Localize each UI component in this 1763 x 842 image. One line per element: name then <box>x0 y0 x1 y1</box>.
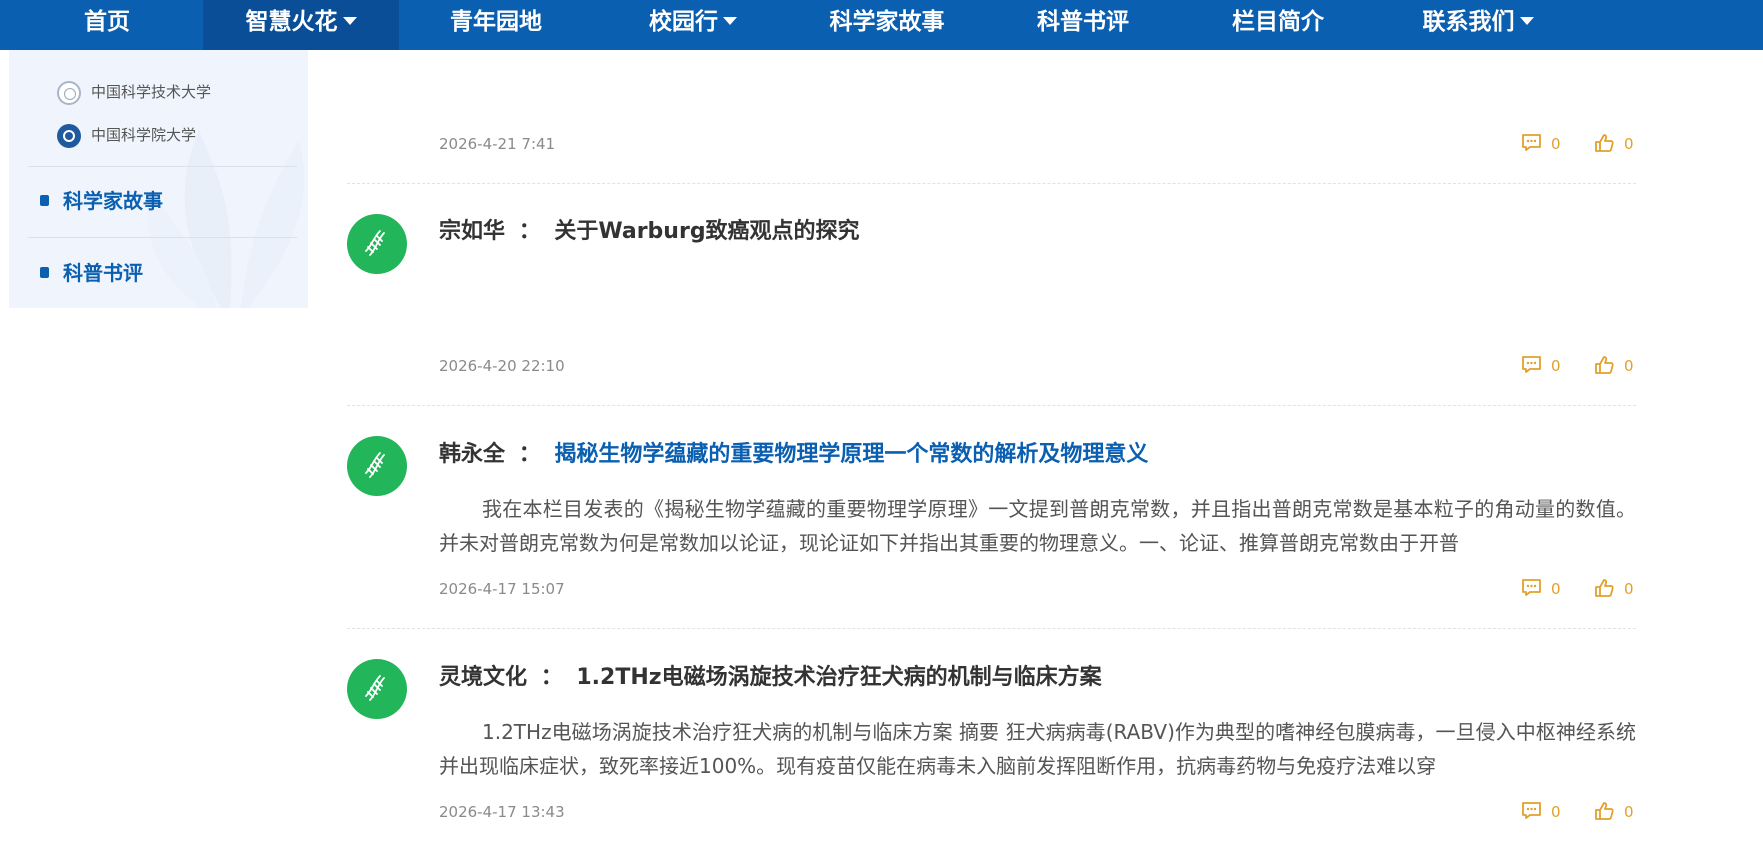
nav-label: 栏目简介 <box>1232 9 1324 35</box>
sidebar: 中国科学技术大学 中国科学院大学 科学家故事 科普书评 <box>9 50 308 308</box>
author-title-separator: ： <box>518 442 541 467</box>
dna-icon <box>365 452 385 478</box>
post-excerpt: 1.2THz电磁场涡旋技术治疗狂犬病的机制与临床方案 摘要 狂犬病病毒(RABV… <box>439 720 1636 778</box>
nav-label: 青年园地 <box>450 9 542 35</box>
like-count-value: 0 <box>1624 135 1634 153</box>
thumbs-up-icon <box>1595 133 1614 152</box>
post-title-link[interactable]: 揭秘生物学蕴藏的重要物理学原理一个常数的解析及物理意义 <box>554 442 1148 467</box>
comment-icon <box>1522 579 1541 596</box>
like-count[interactable]: 0 <box>1594 354 1634 378</box>
post-title: 韩永全 ： 揭秘生物学蕴藏的重要物理学原理一个常数的解析及物理意义 <box>439 438 1636 472</box>
post-author[interactable]: 宗如华 <box>439 219 505 244</box>
thumbs-up-icon <box>1595 578 1614 597</box>
post-title-link[interactable]: 1.2THz电磁场涡旋技术治疗狂犬病的机制与临床方案 <box>576 665 1101 690</box>
ustc-logo-icon <box>57 80 81 105</box>
post-title: 灵境文化 ： 1.2THz电磁场涡旋技术治疗狂犬病的机制与临床方案 <box>439 661 1636 695</box>
caret-down-icon <box>342 16 357 25</box>
sidebar-item-book-reviews[interactable]: 科普书评 <box>30 258 143 288</box>
nav-item-home[interactable]: 首页 <box>57 0 157 50</box>
post-excerpt: 我在本栏目发表的《揭秘生物学蕴藏的重要物理学原理》一文提到普朗克常数，并且指出普… <box>439 497 1636 555</box>
sidebar-item-label: 科普书评 <box>63 261 143 285</box>
comment-count[interactable]: 0 <box>1521 354 1561 378</box>
author-avatar[interactable] <box>347 659 407 719</box>
nav-item-book-reviews[interactable]: 科普书评 <box>1025 0 1141 50</box>
nav-item-campus-tour[interactable]: 校园行 <box>630 0 756 50</box>
post-date: 2026-4-20 22:10 <box>439 357 565 375</box>
like-count[interactable]: 0 <box>1594 132 1634 156</box>
like-count-value: 0 <box>1624 580 1634 598</box>
university-name: 中国科学院大学 <box>91 126 197 144</box>
post-date: 2026-4-17 13:43 <box>439 803 565 821</box>
dna-icon <box>365 675 385 701</box>
post-meta: 2026-4-17 15:07 0 0 <box>439 577 1636 601</box>
like-count-value: 0 <box>1624 803 1634 821</box>
comment-count-value: 0 <box>1551 357 1561 375</box>
university-link-ucas[interactable]: 中国科学院大学 <box>57 122 196 148</box>
post-separator <box>347 628 1636 629</box>
nav-item-contact-us[interactable]: 联系我们 <box>1408 0 1548 50</box>
nav-label: 校园行 <box>649 9 718 35</box>
post-meta: 2026-4-20 22:10 0 0 <box>439 354 1636 378</box>
post-author[interactable]: 灵境文化 <box>439 665 527 690</box>
sidebar-divider <box>28 237 297 238</box>
nav-item-scientist-stories[interactable]: 科学家故事 <box>815 0 959 50</box>
author-avatar[interactable] <box>347 214 407 274</box>
dna-icon <box>365 230 385 256</box>
university-name: 中国科学技术大学 <box>91 83 212 101</box>
university-link-ustc[interactable]: 中国科学技术大学 <box>57 79 211 105</box>
top-navigation-bar: 首页 智慧火花 青年园地 校园行 科学家故事 科普书评 栏目简介 联系我们 <box>0 0 1763 50</box>
square-bullet-icon <box>40 195 49 206</box>
post-meta: 2026-4-21 7:41 0 0 <box>439 132 1636 156</box>
like-count[interactable]: 0 <box>1594 577 1634 601</box>
nav-item-wisdom-spark[interactable]: 智慧火花 <box>203 0 399 50</box>
post-title-link[interactable]: 关于Warburg致癌观点的探究 <box>554 219 859 244</box>
author-title-separator: ： <box>518 219 541 244</box>
sidebar-divider <box>28 166 297 167</box>
comment-icon <box>1522 802 1541 819</box>
thumbs-up-icon <box>1595 355 1614 374</box>
sidebar-item-scientist-stories[interactable]: 科学家故事 <box>30 186 163 216</box>
author-title-separator: ： <box>540 665 563 690</box>
comment-count[interactable]: 0 <box>1521 132 1561 156</box>
nav-label: 联系我们 <box>1422 9 1515 35</box>
comment-count[interactable]: 0 <box>1521 800 1561 824</box>
nav-label: 科学家故事 <box>829 9 945 35</box>
post-author[interactable]: 韩永全 <box>439 442 505 467</box>
nav-item-column-intro[interactable]: 栏目简介 <box>1220 0 1336 50</box>
author-avatar[interactable] <box>347 436 407 496</box>
nav-label: 智慧火花 <box>245 9 338 35</box>
comment-icon <box>1522 134 1541 151</box>
comment-count-value: 0 <box>1551 803 1561 821</box>
post-title: 宗如华 ： 关于Warburg致癌观点的探究 <box>439 215 1636 249</box>
comment-icon <box>1522 356 1541 373</box>
post-date: 2026-4-21 7:41 <box>439 135 556 153</box>
caret-down-icon <box>723 16 737 25</box>
square-bullet-icon <box>40 267 49 278</box>
post-meta: 2026-4-17 13:43 0 0 <box>439 800 1636 824</box>
nav-label: 首页 <box>84 9 130 35</box>
post-separator <box>347 405 1636 406</box>
caret-down-icon <box>1519 16 1534 25</box>
comment-count-value: 0 <box>1551 135 1561 153</box>
post-date: 2026-4-17 15:07 <box>439 580 565 598</box>
nav-label: 科普书评 <box>1037 9 1129 35</box>
comment-count-value: 0 <box>1551 580 1561 598</box>
like-count[interactable]: 0 <box>1594 800 1634 824</box>
nav-item-youth-garden[interactable]: 青年园地 <box>436 0 556 50</box>
ucas-logo-icon <box>57 123 81 148</box>
post-separator <box>347 183 1636 184</box>
comment-count[interactable]: 0 <box>1521 577 1561 601</box>
thumbs-up-icon <box>1595 801 1614 820</box>
sidebar-item-label: 科学家故事 <box>63 189 163 213</box>
like-count-value: 0 <box>1624 357 1634 375</box>
